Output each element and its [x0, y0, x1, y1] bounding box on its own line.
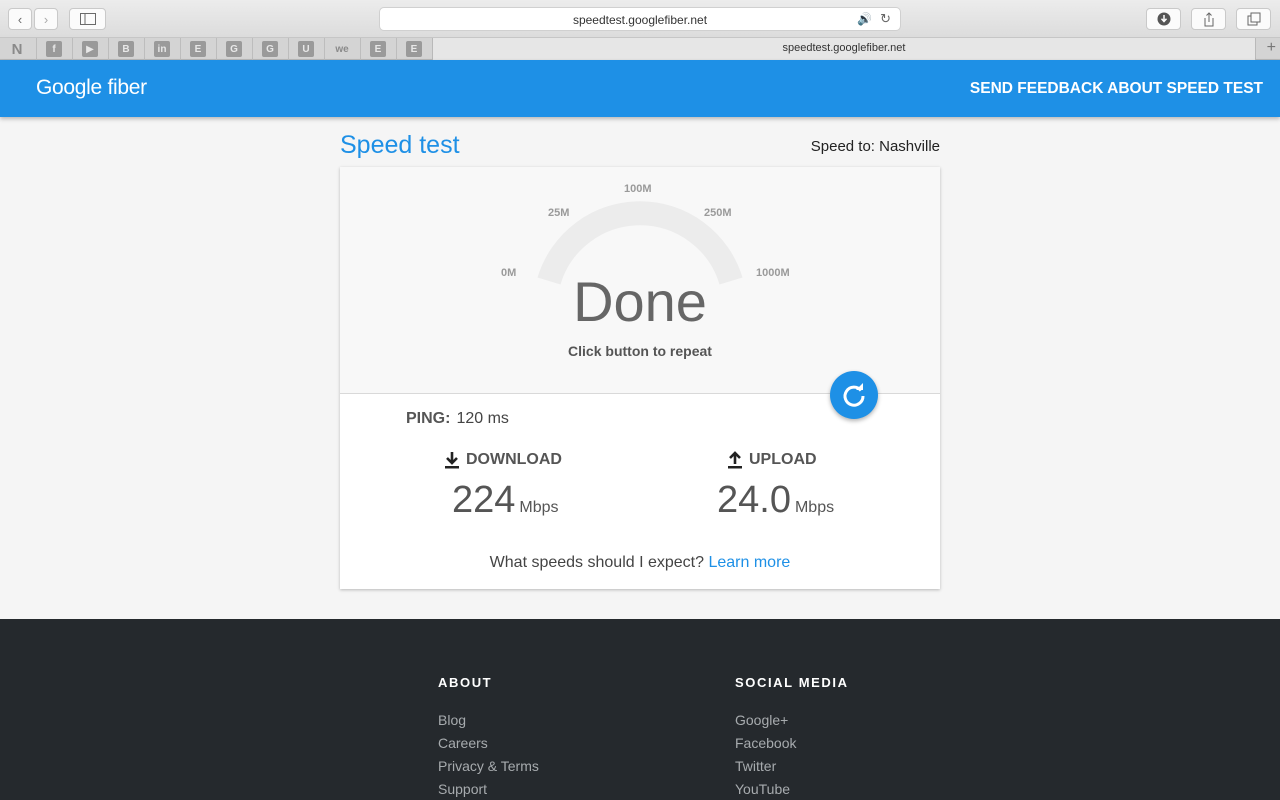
chevron-right-icon: › [43, 11, 49, 27]
tabs-overview-button[interactable] [1236, 8, 1271, 30]
send-feedback-link[interactable]: SEND FEEDBACK ABOUT SPEED TEST [970, 80, 1263, 98]
footer-link-privacy[interactable]: Privacy & Terms [438, 758, 539, 774]
site-footer: ABOUT Blog Careers Privacy & Terms Suppo… [0, 619, 1280, 800]
downloads-button[interactable] [1146, 8, 1181, 30]
ping-row: PING: 120 ms [406, 410, 509, 428]
bookmark-e2-icon[interactable]: E [370, 41, 386, 57]
speed-test-card: 0M 25M 100M 250M 1000M Done Click button… [340, 167, 940, 589]
browser-toolbar: ‹ › speedtest.googlefiber.net 🔊 ↻ [0, 0, 1280, 38]
download-arrow-icon [445, 452, 459, 469]
tick-25m: 25M [548, 207, 570, 219]
bookmark-e3-icon[interactable]: E [406, 41, 422, 57]
back-button[interactable]: ‹ [8, 8, 32, 30]
bookmark-n-icon[interactable]: N [9, 41, 25, 58]
learn-more-link[interactable]: Learn more [708, 554, 790, 571]
ping-value: 120 ms [456, 410, 509, 427]
footer-link-twitter[interactable]: Twitter [735, 758, 849, 774]
download-value: 224 [452, 479, 516, 521]
footer-about: ABOUT Blog Careers Privacy & Terms Suppo… [438, 675, 539, 800]
download-unit: Mbps [519, 499, 559, 516]
footer-link-youtube[interactable]: YouTube [735, 781, 849, 797]
upload-value: 24.0 [717, 479, 791, 521]
footer-social-heading: SOCIAL MEDIA [735, 675, 849, 690]
footer-link-careers[interactable]: Careers [438, 735, 539, 751]
gauge-area: 0M 25M 100M 250M 1000M Done Click button… [340, 167, 940, 394]
repeat-test-button[interactable] [830, 371, 878, 419]
tab-bar: N f ▶ B in E G G U we E E speedtest.goog… [0, 38, 1280, 60]
share-button[interactable] [1191, 8, 1226, 30]
address-bar[interactable]: speedtest.googlefiber.net 🔊 ↻ [379, 7, 901, 31]
active-tab[interactable]: speedtest.googlefiber.net [432, 38, 1256, 60]
speaker-icon[interactable]: 🔊 [857, 12, 872, 26]
google-fiber-logo[interactable]: Google fiber [36, 76, 147, 100]
footer-social: SOCIAL MEDIA Google+ Facebook Twitter Yo… [735, 675, 849, 800]
share-icon [1204, 11, 1213, 26]
tick-250m: 250M [704, 207, 732, 219]
bookmark-g2-icon[interactable]: G [262, 41, 278, 57]
reload-icon[interactable]: ↻ [880, 11, 891, 27]
chevron-left-icon: ‹ [17, 11, 23, 27]
download-label-row: DOWNLOAD [444, 451, 562, 469]
new-tab-icon[interactable]: + [1267, 39, 1276, 57]
download-result: 224 Mbps [452, 479, 559, 522]
upload-label: UPLOAD [749, 451, 817, 468]
page-title: Speed test [340, 131, 460, 159]
footer-link-blog[interactable]: Blog [438, 712, 539, 728]
footer-link-facebook[interactable]: Facebook [735, 735, 849, 751]
footer-about-heading: ABOUT [438, 675, 493, 690]
bookmark-youtube-icon[interactable]: ▶ [82, 41, 98, 57]
bookmark-u-icon[interactable]: U [298, 41, 314, 57]
sidebar-button[interactable] [69, 8, 106, 30]
speed-to-server: Speed to: Nashville [810, 138, 940, 155]
test-status: Done [573, 270, 707, 333]
upload-label-row: UPLOAD [727, 451, 817, 469]
url-text: speedtest.googlefiber.net [572, 13, 708, 27]
expect-row: What speeds should I expect? Learn more [340, 554, 940, 572]
footer-link-support[interactable]: Support [438, 781, 539, 797]
expect-text: What speeds should I expect? [489, 554, 705, 571]
upload-unit: Mbps [794, 499, 835, 516]
tab-title: speedtest.googlefiber.net [782, 42, 906, 54]
upload-arrow-icon [728, 451, 742, 469]
repeat-hint: Click button to repeat [568, 343, 712, 359]
bookmark-g-icon[interactable]: G [226, 41, 242, 57]
site-header: Google fiber SEND FEEDBACK ABOUT SPEED T… [0, 60, 1280, 117]
download-circle-icon [1157, 12, 1170, 26]
bookmark-facebook-icon[interactable]: f [46, 41, 62, 57]
footer-link-googleplus[interactable]: Google+ [735, 712, 849, 728]
bookmark-we-icon[interactable]: we [332, 41, 352, 57]
tick-100m: 100M [624, 183, 652, 195]
title-row: Speed test Speed to: Nashville [340, 131, 940, 163]
sidebar-icon [79, 13, 96, 25]
tabs-icon [1247, 12, 1260, 26]
bookmark-linkedin-icon[interactable]: in [154, 41, 170, 57]
upload-result: 24.0 Mbps [717, 479, 834, 522]
download-label: DOWNLOAD [466, 451, 562, 468]
ping-label: PING: [406, 410, 451, 427]
refresh-icon [843, 383, 865, 407]
bookmark-b-icon[interactable]: B [118, 41, 134, 57]
forward-button[interactable]: › [34, 8, 58, 30]
bookmark-e-icon[interactable]: E [190, 41, 206, 57]
